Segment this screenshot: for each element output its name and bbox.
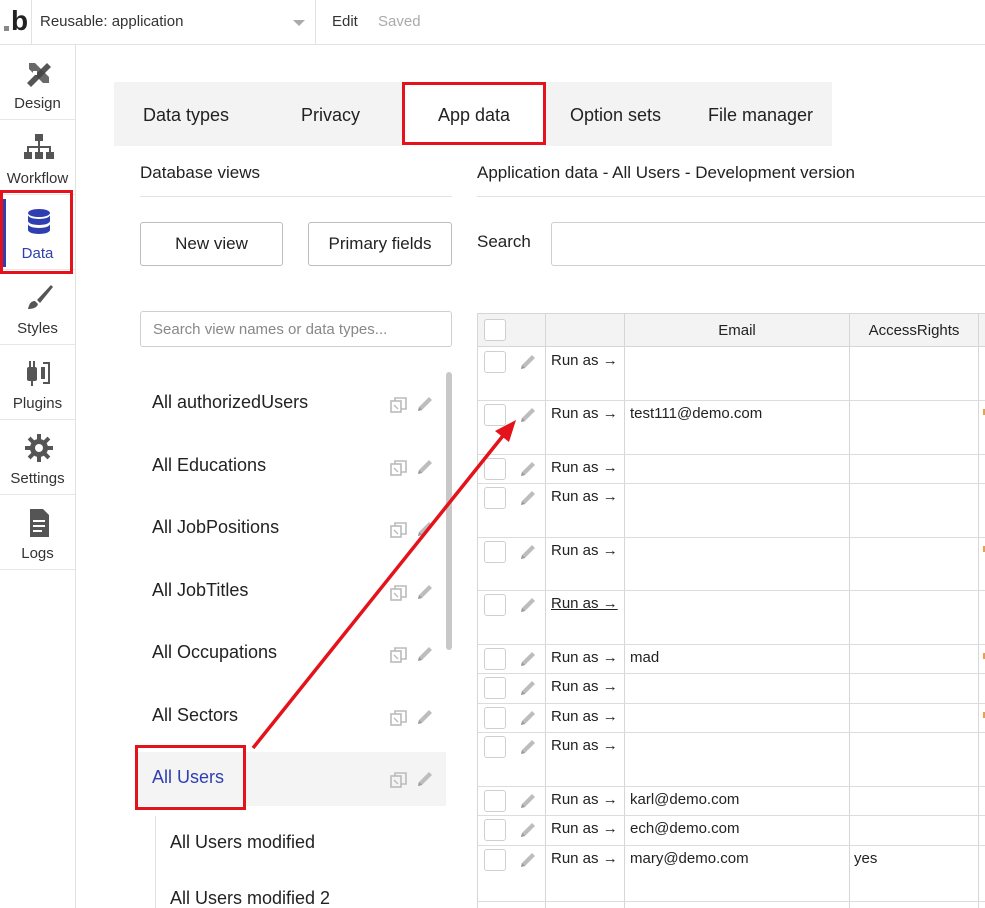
annotation-arrow <box>251 420 516 750</box>
